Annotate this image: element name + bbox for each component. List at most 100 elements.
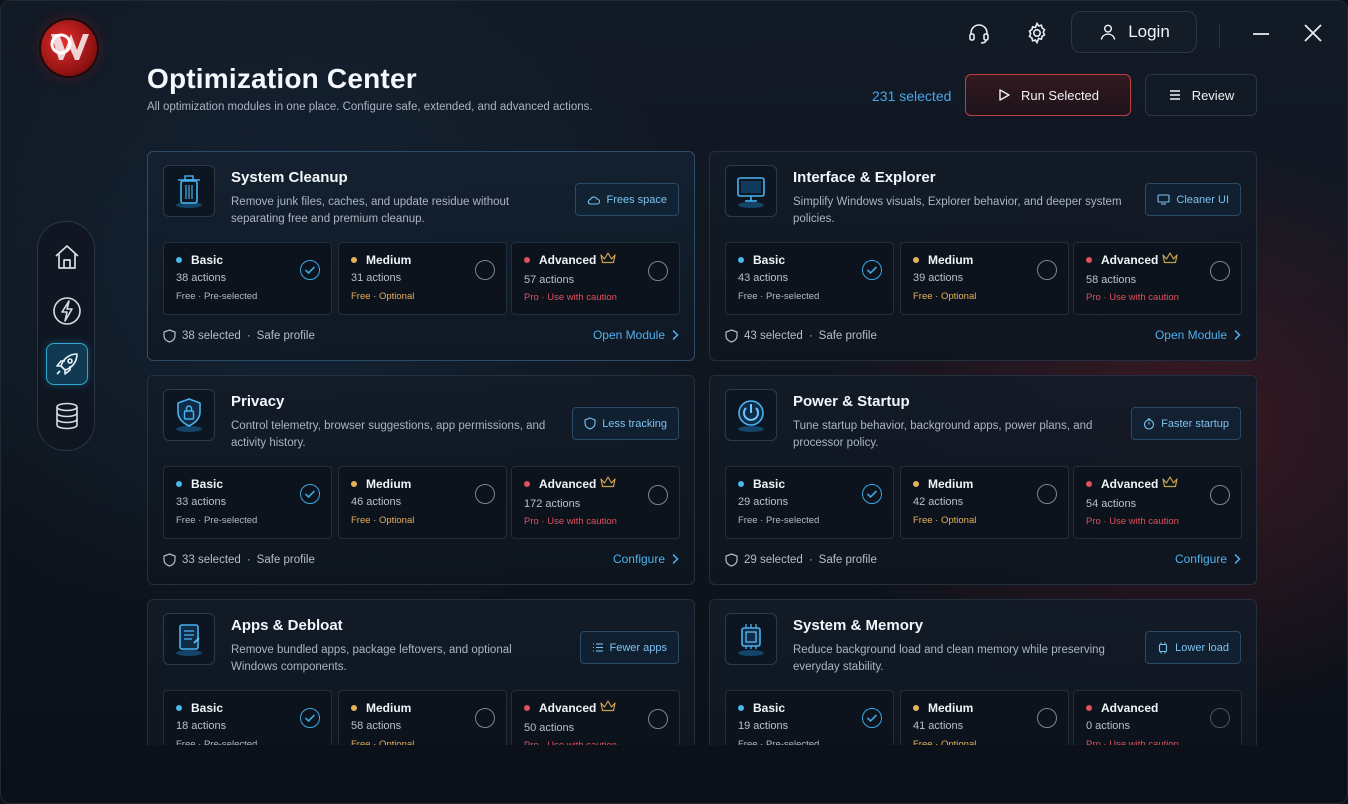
tier-count: 42 actions bbox=[913, 496, 964, 508]
separator-dot: · bbox=[246, 554, 251, 566]
checked-icon[interactable] bbox=[862, 484, 882, 504]
module-footer: 38 selected · Safe profile bbox=[163, 329, 315, 343]
open-module-link[interactable]: Open Module bbox=[593, 328, 679, 342]
tier-medium[interactable]: Medium 46 actions Free · Optional bbox=[338, 466, 507, 539]
support-headset-icon[interactable] bbox=[965, 19, 993, 47]
sidebar bbox=[37, 221, 95, 451]
shield-icon bbox=[725, 329, 738, 343]
selected-count: 231 selected bbox=[872, 88, 952, 104]
tier-advanced[interactable]: Advanced 50 actions Pro · Use with cauti… bbox=[511, 690, 680, 745]
unchecked-icon[interactable] bbox=[648, 709, 668, 729]
tier-advanced[interactable]: Advanced 58 actions Pro · Use with cauti… bbox=[1073, 242, 1242, 315]
user-icon bbox=[1100, 24, 1116, 40]
review-button[interactable]: Review bbox=[1145, 74, 1257, 116]
run-selected-button[interactable]: Run Selected bbox=[965, 74, 1131, 116]
basic-dot bbox=[738, 257, 744, 263]
module-tag[interactable]: Cleaner UI bbox=[1145, 183, 1241, 216]
basic-dot bbox=[738, 705, 744, 711]
tier-name: Medium bbox=[366, 253, 412, 267]
tier-medium[interactable]: Medium 31 actions Free · Optional bbox=[338, 242, 507, 315]
checked-icon[interactable] bbox=[300, 484, 320, 504]
tier-count: 39 actions bbox=[913, 272, 964, 284]
module-tag[interactable]: Fewer apps bbox=[579, 631, 679, 664]
nav-boost[interactable] bbox=[46, 290, 88, 332]
open-module-link[interactable]: Open Module bbox=[1155, 328, 1241, 342]
module-footer: 33 selected · Safe profile bbox=[163, 553, 315, 567]
tier-medium[interactable]: Medium 39 actions Free · Optional bbox=[900, 242, 1069, 315]
tier-medium[interactable]: Medium 42 actions Free · Optional bbox=[900, 466, 1069, 539]
module-title: Interface & Explorer bbox=[793, 169, 936, 186]
unchecked-icon[interactable] bbox=[475, 260, 495, 280]
separator-dot: · bbox=[808, 554, 813, 566]
close-icon[interactable] bbox=[1299, 19, 1327, 47]
tier-basic[interactable]: Basic 29 actions Free · Pre-selected bbox=[725, 466, 894, 539]
tier-note: Pro · Use with caution bbox=[524, 516, 617, 527]
unchecked-icon[interactable] bbox=[1037, 260, 1057, 280]
unchecked-icon[interactable] bbox=[648, 485, 668, 505]
module-card-system-cleanup: System Cleanup Remove junk files, caches… bbox=[147, 151, 695, 361]
unchecked-icon[interactable] bbox=[1210, 485, 1230, 505]
tier-advanced[interactable]: Advanced 57 actions Pro · Use with cauti… bbox=[511, 242, 680, 315]
unchecked-icon[interactable] bbox=[475, 708, 495, 728]
tier-name: Basic bbox=[191, 477, 224, 491]
tier-basic[interactable]: Basic 38 actions Free · Pre-selected bbox=[163, 242, 332, 315]
crown-icon bbox=[600, 476, 616, 488]
page-title: Optimization Center bbox=[147, 63, 417, 94]
unchecked-icon[interactable] bbox=[648, 261, 668, 281]
checked-icon[interactable] bbox=[862, 708, 882, 728]
unchecked-icon[interactable] bbox=[1210, 708, 1230, 728]
basic-dot bbox=[176, 257, 182, 263]
tier-name: Advanced bbox=[539, 253, 597, 267]
configure-link[interactable]: Configure bbox=[613, 552, 679, 566]
module-tag-label: Frees space bbox=[606, 193, 667, 206]
unchecked-icon[interactable] bbox=[1210, 261, 1230, 281]
profile-label: Safe profile bbox=[818, 330, 877, 342]
nav-optimize[interactable] bbox=[46, 343, 88, 385]
tier-note: Free · Pre-selected bbox=[738, 739, 820, 745]
shield-icon bbox=[163, 329, 176, 343]
home-icon bbox=[55, 245, 79, 269]
nav-home[interactable] bbox=[46, 236, 88, 278]
tier-count: 46 actions bbox=[351, 496, 402, 508]
tier-basic[interactable]: Basic 19 actions Free · Pre-selected bbox=[725, 690, 894, 745]
module-tag[interactable]: Frees space bbox=[575, 183, 679, 216]
tier-medium[interactable]: Medium 41 actions Free · Optional bbox=[900, 690, 1069, 745]
tier-basic[interactable]: Basic 33 actions Free · Pre-selected bbox=[163, 466, 332, 539]
list-icon bbox=[592, 643, 603, 652]
tier-advanced[interactable]: Advanced 172 actions Pro · Use with caut… bbox=[511, 466, 680, 539]
settings-gear-icon[interactable] bbox=[1023, 19, 1051, 47]
module-footer: 43 selected · Safe profile bbox=[725, 329, 877, 343]
unchecked-icon[interactable] bbox=[475, 484, 495, 504]
link-label: Open Module bbox=[1154, 328, 1227, 342]
nav-storage[interactable] bbox=[46, 395, 88, 437]
tier-name: Medium bbox=[366, 477, 412, 491]
tier-count: 38 actions bbox=[176, 272, 227, 284]
checked-icon[interactable] bbox=[300, 708, 320, 728]
tier-note: Free · Pre-selected bbox=[176, 291, 258, 302]
tier-basic[interactable]: Basic 18 actions Free · Pre-selected bbox=[163, 690, 332, 745]
unchecked-icon[interactable] bbox=[1037, 484, 1057, 504]
tier-name: Medium bbox=[928, 701, 974, 715]
shield-icon bbox=[163, 553, 176, 567]
login-button[interactable]: Login bbox=[1071, 11, 1197, 53]
checked-icon[interactable] bbox=[300, 260, 320, 280]
tier-advanced[interactable]: Advanced 54 actions Pro · Use with cauti… bbox=[1073, 466, 1242, 539]
separator-dot: · bbox=[246, 330, 251, 342]
configure-link[interactable]: Configure bbox=[1175, 552, 1241, 566]
medium-dot bbox=[913, 705, 919, 711]
minimize-icon[interactable] bbox=[1247, 19, 1275, 47]
module-tag[interactable]: Faster startup bbox=[1131, 407, 1241, 440]
unchecked-icon[interactable] bbox=[1037, 708, 1057, 728]
power-icon bbox=[725, 389, 777, 441]
module-tag[interactable]: Less tracking bbox=[572, 407, 679, 440]
tier-basic[interactable]: Basic 43 actions Free · Pre-selected bbox=[725, 242, 894, 315]
checked-icon[interactable] bbox=[862, 260, 882, 280]
tier-count: 58 actions bbox=[1086, 274, 1137, 286]
tier-count: 18 actions bbox=[176, 720, 227, 732]
module-tag-label: Lower load bbox=[1175, 641, 1229, 654]
tier-medium[interactable]: Medium 58 actions Free · Optional bbox=[338, 690, 507, 745]
tier-name: Advanced bbox=[1101, 701, 1159, 715]
module-tag[interactable]: Lower load bbox=[1145, 631, 1241, 664]
module-card-apps-debloat: Apps & Debloat Remove bundled apps, pack… bbox=[147, 599, 695, 745]
tier-advanced[interactable]: Advanced 0 actions Pro · Use with cautio… bbox=[1073, 690, 1242, 745]
